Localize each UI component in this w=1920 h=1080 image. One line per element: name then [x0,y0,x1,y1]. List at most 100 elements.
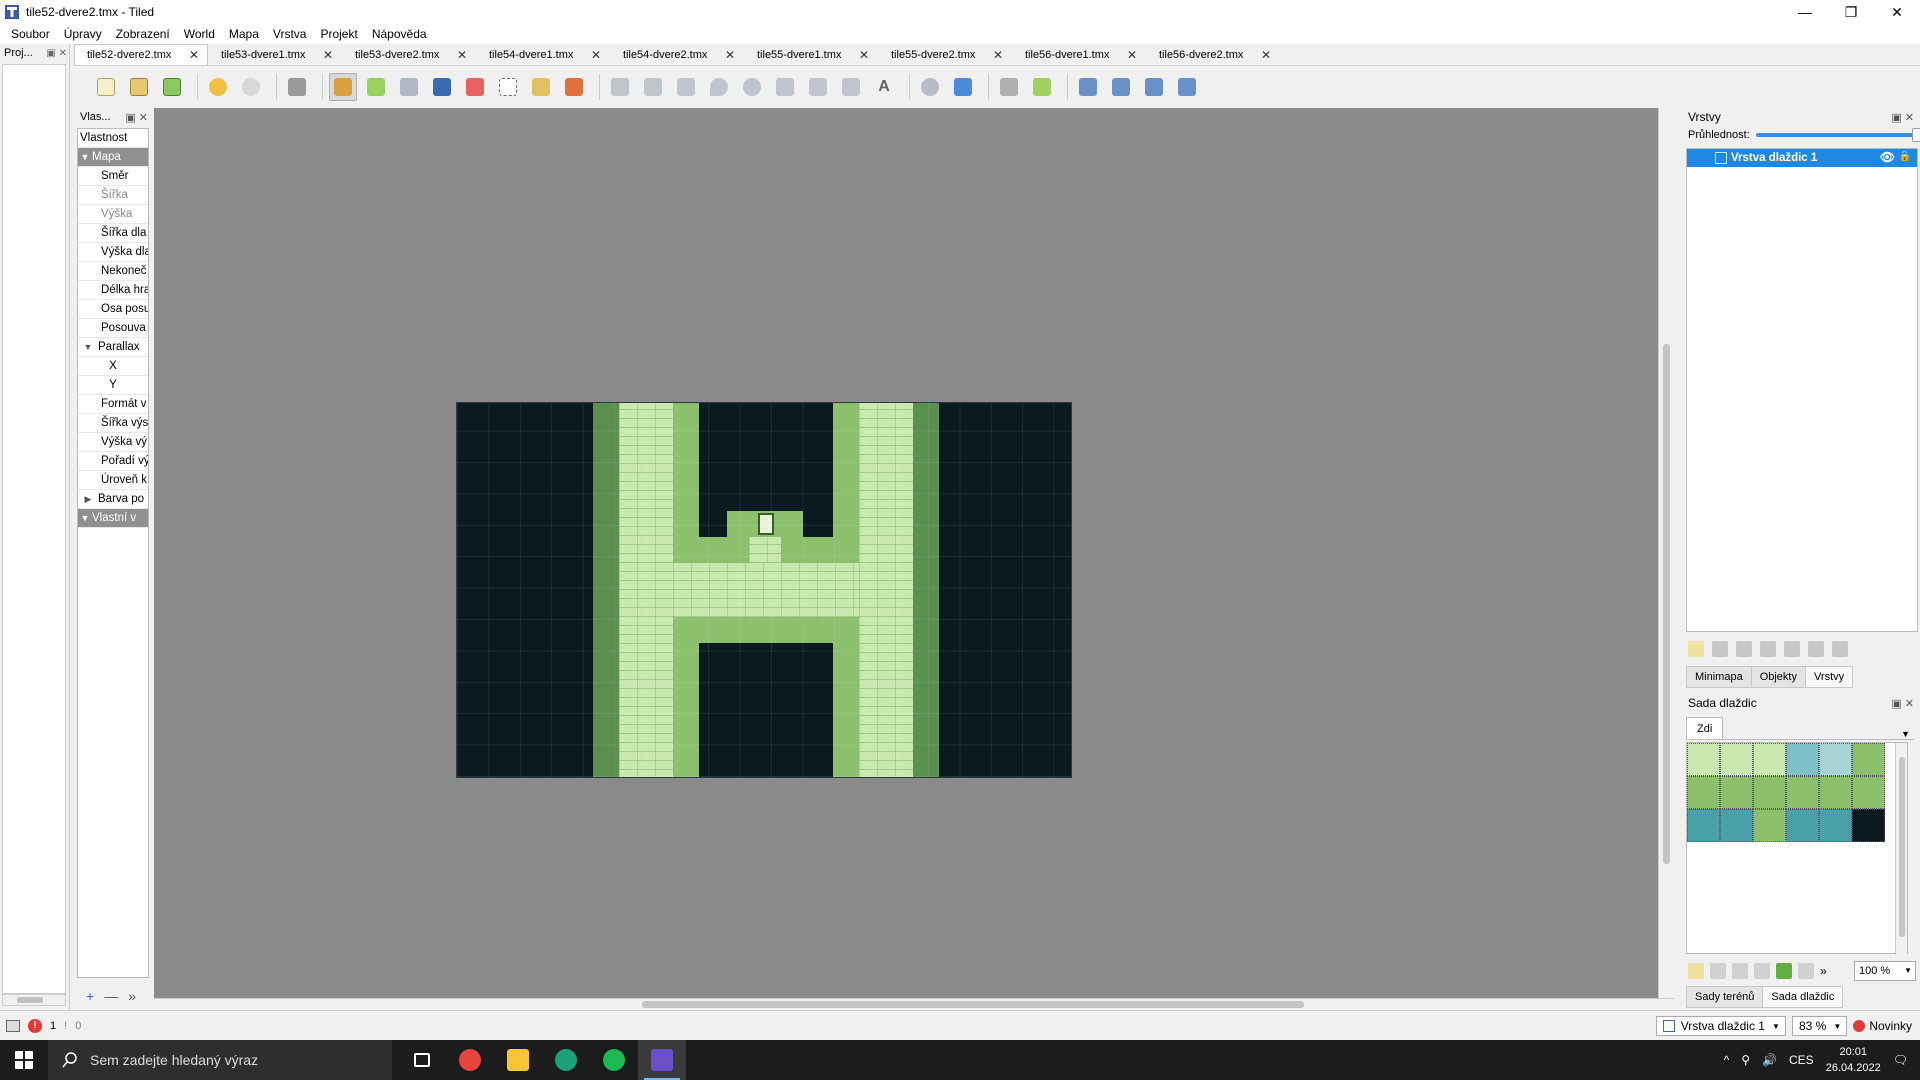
property-row[interactable]: Šířka výs [78,414,148,433]
layers-dock-buttons[interactable]: ▣ ✕ [1891,111,1914,124]
close-window-button[interactable]: ✕ [1874,0,1920,24]
menu-napoveda[interactable]: Nápověda [365,27,434,41]
network-icon[interactable]: ⚲ [1741,1053,1750,1067]
menu-zobrazeni[interactable]: Zobrazení [109,27,177,41]
tab-tile55-dvere1[interactable]: tile55-dvere1.tmx ✕ [744,44,878,65]
property-row[interactable]: Šířka dla [78,224,148,243]
tileset-tile[interactable] [1852,776,1885,809]
select-same-tile-button[interactable] [560,73,588,101]
tab-close-icon[interactable]: ✕ [457,48,467,62]
shape-fill-button[interactable] [428,73,456,101]
opacity-slider[interactable] [1755,128,1920,142]
scroll-thumb[interactable] [1663,344,1670,864]
projects-tree[interactable] [2,64,66,994]
scroll-thumb[interactable] [642,1001,1304,1008]
canvas-vertical-scrollbar[interactable] [1658,108,1674,998]
projects-scrollbar[interactable] [2,994,66,1006]
magic-wand-button[interactable] [527,73,555,101]
insert-template-button[interactable] [837,73,865,101]
tab-sady-terenu[interactable]: Sady terénů [1686,986,1764,1008]
tab-tile54-dvere2[interactable]: tile54-dvere2.tmx ✕ [610,44,744,65]
property-row[interactable]: Pořadí vý [78,452,148,471]
tileset-tile[interactable] [1687,809,1720,842]
tileset-tile[interactable] [1819,743,1852,776]
terrain-brush-button[interactable] [362,73,390,101]
menu-soubor[interactable]: Soubor [4,27,57,41]
delete-layer-icon[interactable] [1784,641,1800,657]
restore-button[interactable]: ❐ [1828,0,1874,24]
duplicate-layer-icon[interactable] [1760,641,1776,657]
tab-close-icon[interactable]: ✕ [859,48,869,62]
scroll-thumb[interactable] [17,997,43,1003]
property-row[interactable]: Osa posu [78,300,148,319]
insert-tile-button[interactable] [804,73,832,101]
tileset-tile[interactable] [1786,743,1819,776]
chevron-down-icon[interactable]: ▼ [78,152,92,162]
tab-close-icon[interactable]: ✕ [1127,48,1137,62]
tileset-tile[interactable] [1852,809,1885,842]
menu-projekt[interactable]: Projekt [313,27,364,41]
chevron-right-icon[interactable]: ▶ [78,494,98,505]
start-button[interactable] [0,1040,48,1080]
wang-fill-button[interactable] [1028,73,1056,101]
tab-sada-dlazdic[interactable]: Sada dlaždic [1762,986,1844,1008]
chevron-down-icon[interactable]: ▼ [1901,729,1910,739]
notifications-icon[interactable]: 🗨 [1893,1053,1908,1067]
redo-button[interactable] [237,73,265,101]
menu-mapa[interactable]: Mapa [222,27,266,41]
tab-tile56-dvere2[interactable]: tile56-dvere2.tmx ✕ [1146,44,1280,65]
menu-upravy[interactable]: Úpravy [57,27,109,41]
move-layer-down-icon[interactable] [1736,641,1752,657]
tileset-tile[interactable] [1786,809,1819,842]
tab-tile53-dvere2[interactable]: tile53-dvere2.tmx ✕ [342,44,476,65]
property-row[interactable]: ▼ Parallax [78,338,148,357]
tab-close-icon[interactable]: ✕ [725,48,735,62]
clock[interactable]: 20:01 26.04.2022 [1826,1044,1881,1076]
property-row[interactable]: Směr [78,167,148,186]
stamp-brush-button[interactable] [329,73,357,101]
console-icon[interactable] [6,1019,20,1032]
insert-rectangle-button[interactable] [672,73,700,101]
chevron-up-icon[interactable]: ^ [1724,1053,1730,1067]
flip-horizontal-button[interactable] [1074,73,1102,101]
property-row[interactable]: X [78,357,148,376]
property-row[interactable]: Posouva [78,319,148,338]
menu-world[interactable]: World [177,27,222,41]
tile-map[interactable] [456,402,1072,778]
add-property-button[interactable]: + [86,988,94,1004]
taskbar-app-app-green[interactable] [542,1040,590,1080]
tileset-tile[interactable] [1753,743,1786,776]
tab-tile53-dvere1[interactable]: tile53-dvere1.tmx ✕ [208,44,342,65]
insert-polygon-button[interactable] [771,73,799,101]
property-row[interactable]: Y [78,376,148,395]
lock-icon[interactable]: 🔒 [1899,151,1911,162]
scroll-thumb[interactable] [1899,757,1905,937]
rect-select-button[interactable] [494,73,522,101]
taskbar-app-chrome[interactable] [446,1040,494,1080]
new-layer-icon[interactable] [1688,641,1704,657]
tileset-tile[interactable] [1819,809,1852,842]
properties-dock-buttons[interactable]: ▣ ✕ [125,111,148,124]
language-indicator[interactable]: CES [1789,1053,1814,1067]
tab-vrstvy[interactable]: Vrstvy [1804,666,1854,688]
menu-vrstva[interactable]: Vrstva [266,27,314,41]
tileset-tile[interactable] [1720,743,1753,776]
warning-icon[interactable]: ! [64,1020,67,1032]
remove-property-button[interactable]: — [104,988,118,1004]
property-row[interactable]: Nekoneč [78,262,148,281]
lock-layer-icon[interactable] [1832,641,1848,657]
eye-icon[interactable]: 👁 [1880,150,1895,164]
export-tileset-icon[interactable] [1732,963,1748,979]
volume-icon[interactable]: 🔊 [1762,1053,1777,1067]
canvas-horizontal-scrollbar[interactable] [154,998,1674,1010]
tileset-tile[interactable] [1720,809,1753,842]
tileset-tab-zdi[interactable]: Zdi [1686,717,1724,739]
edit-tileset-icon[interactable] [1754,963,1770,979]
tileset-tile[interactable] [1852,743,1885,776]
insert-ellipse-button[interactable] [738,73,766,101]
property-row[interactable]: ▼ Vlastní v [78,509,148,528]
taskbar-app-spotify[interactable] [590,1040,638,1080]
tileset-tile[interactable] [1720,776,1753,809]
insert-text-button[interactable]: A [870,73,898,101]
open-file-button[interactable] [125,73,153,101]
